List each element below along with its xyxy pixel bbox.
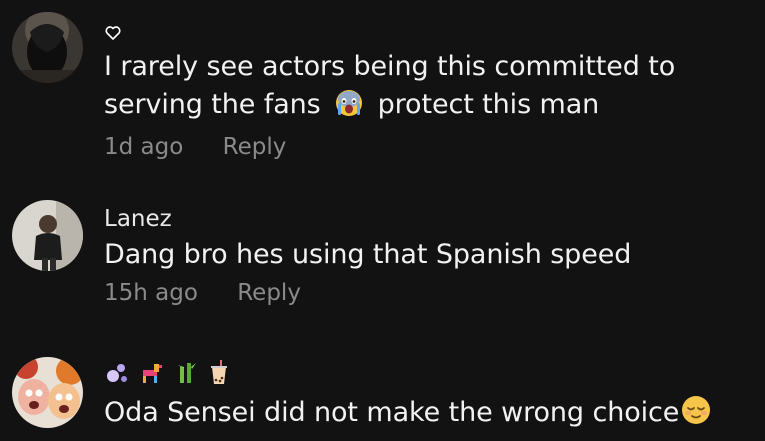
username-row — [104, 358, 757, 388]
username-row — [104, 18, 757, 48]
comment-text-part: Oda Sensei did not make the wrong choice — [104, 397, 680, 428]
username[interactable]: Lanez — [104, 204, 757, 234]
timestamp: 15h ago — [104, 280, 198, 306]
timestamp: 1d ago — [104, 134, 184, 160]
avatar[interactable] — [12, 12, 83, 83]
pinata-icon — [140, 361, 174, 385]
comment-text: Oda Sensei did not make the wrong choice — [104, 394, 757, 436]
reply-button[interactable]: Reply — [223, 134, 287, 160]
comment-text: Dang bro hes using that Spanish speed — [104, 239, 632, 270]
crying-face-emoji — [335, 89, 363, 128]
bubble-tea-icon — [208, 360, 240, 386]
bubbles-icon — [104, 360, 140, 386]
comment-text-part: protect this man — [377, 89, 600, 120]
reply-button[interactable]: Reply — [237, 280, 301, 306]
comment-text: I rarely see actors being this committed… — [104, 48, 757, 128]
avatar[interactable] — [12, 357, 83, 428]
avatar[interactable] — [12, 200, 83, 271]
bamboo-icon — [174, 361, 208, 385]
heart-outline-icon — [104, 24, 132, 42]
relieved-face-emoji — [681, 395, 711, 436]
comment-meta: 1d ago Reply — [104, 134, 757, 160]
comment-meta: 15h ago Reply — [104, 280, 757, 306]
